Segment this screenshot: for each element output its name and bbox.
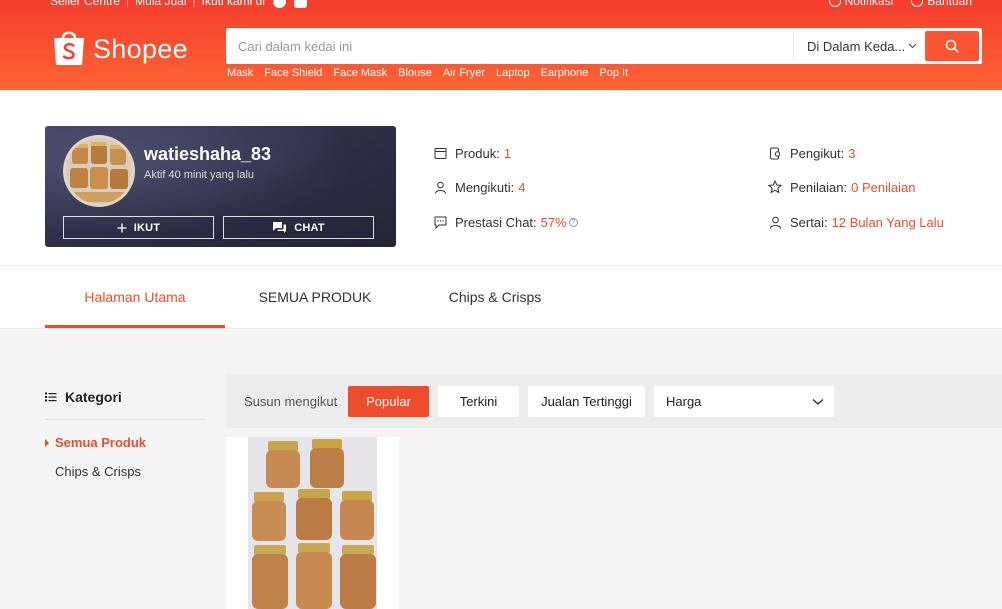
seller-centre-link[interactable]: Seller Centre xyxy=(50,0,120,8)
tab-all-products[interactable]: SEMUA PRODUK xyxy=(225,266,405,328)
sort-price-dropdown[interactable]: Harga xyxy=(654,386,834,417)
suggestion-link[interactable]: Pop It xyxy=(599,67,628,79)
suggestion-link[interactable]: Blouse xyxy=(398,67,432,79)
follow-button-label: IKUT xyxy=(133,221,161,234)
stat-label: Mengikuti: xyxy=(455,179,515,195)
category-item-all-products[interactable]: Semua Produk xyxy=(55,435,146,450)
chat-button[interactable]: CHAT xyxy=(223,216,374,239)
user-icon xyxy=(767,214,783,230)
stat-value: 12 Bulan Yang Lalu xyxy=(831,214,944,230)
shop-avatar[interactable] xyxy=(63,135,135,207)
search-icon xyxy=(945,39,959,53)
follow-us-label: Ikuti kami di xyxy=(201,0,265,8)
stat-followers: Pengikut: 3 xyxy=(767,145,855,161)
help-tooltip-icon[interactable]: ? xyxy=(568,217,578,227)
caret-right-icon xyxy=(45,439,49,447)
search-suggestions: Mask Face Shield Face Mask Blouse Air Fr… xyxy=(227,67,628,79)
chat-button-label: CHAT xyxy=(294,221,325,234)
divider: | xyxy=(192,0,196,8)
help-circle-icon xyxy=(911,0,924,7)
shop-active-status: Aktif 40 minit yang lalu xyxy=(144,169,255,181)
help-link[interactable]: Bantuan xyxy=(911,0,972,8)
suggestion-link[interactable]: Face Shield xyxy=(264,67,322,79)
chat-bubble-icon xyxy=(432,214,448,230)
shop-name: watieshaha_83 xyxy=(144,144,272,164)
stat-value: 1 xyxy=(503,145,512,161)
notifications-link[interactable]: Notifikasi xyxy=(828,0,894,8)
chevron-down-icon xyxy=(812,398,824,405)
stat-value: 0 Penilaian xyxy=(851,179,916,195)
suggestion-link[interactable]: Laptop xyxy=(496,67,530,79)
sort-latest-button[interactable]: Terkini xyxy=(438,386,519,417)
facebook-icon[interactable] xyxy=(273,0,286,8)
help-label: Bantuan xyxy=(927,0,972,8)
stat-value: 4 xyxy=(518,179,526,195)
shop-search-bar: Di Dalam Keda... xyxy=(226,28,982,64)
suggestion-link[interactable]: Air Fryer xyxy=(443,67,485,79)
stat-value: 57% xyxy=(540,214,567,230)
sort-top-sales-button[interactable]: Jualan Tertinggi xyxy=(528,386,645,417)
search-scope-dropdown[interactable]: Di Dalam Keda... xyxy=(793,33,925,59)
shop-tabs: Halaman Utama SEMUA PRODUK Chips & Crisp… xyxy=(0,266,1002,329)
stat-joined: Sertai: 12 Bulan Yang Lalu xyxy=(767,214,944,230)
sort-label: Susun mengikut xyxy=(244,394,338,409)
sort-popular-button[interactable]: Popular xyxy=(348,386,429,417)
divider: | xyxy=(126,0,130,8)
search-scope-label: Di Dalam Keda... xyxy=(807,38,906,54)
bell-icon xyxy=(828,0,841,7)
shopee-wordmark: Shopee xyxy=(93,33,188,64)
tab-chips-crisps[interactable]: Chips & Crisps xyxy=(405,266,585,328)
shopee-logo[interactable]: Shopee xyxy=(51,27,188,67)
stat-label: Prestasi Chat: xyxy=(455,214,537,230)
top-navbar: Seller Centre | Mula Jual | Ikuti kami d… xyxy=(50,0,972,8)
stat-label: Pengikut: xyxy=(790,145,845,161)
shopee-bag-icon xyxy=(51,27,87,67)
divider xyxy=(45,419,205,420)
shop-info-section: watieshaha_83 Aktif 40 minit yang lalu I… xyxy=(0,90,1002,266)
shopee-header: Seller Centre | Mula Jual | Ikuti kami d… xyxy=(0,0,1002,90)
chat-icon xyxy=(273,222,287,233)
search-button[interactable] xyxy=(925,31,979,61)
instagram-icon[interactable] xyxy=(294,0,307,8)
suggestion-link[interactable]: Earphone xyxy=(541,67,589,79)
sort-bar: Susun mengikut Popular Terkini Jualan Te… xyxy=(226,374,1002,428)
stat-label: Produk: xyxy=(455,145,500,161)
search-input[interactable] xyxy=(229,31,793,61)
plus-icon xyxy=(117,223,127,232)
shop-profile-card: watieshaha_83 Aktif 40 minit yang lalu I… xyxy=(45,126,396,247)
sort-price-label: Harga xyxy=(666,394,702,409)
category-item-chips-crisps[interactable]: Chips & Crisps xyxy=(55,464,141,479)
stat-label: Penilaian: xyxy=(790,179,848,195)
list-icon xyxy=(45,392,57,402)
category-heading: Kategori xyxy=(45,389,122,405)
notifications-label: Notifikasi xyxy=(844,0,894,8)
tab-home[interactable]: Halaman Utama xyxy=(45,266,225,328)
follow-button[interactable]: IKUT xyxy=(63,216,214,239)
followers-icon xyxy=(767,145,783,161)
chevron-down-icon xyxy=(908,43,917,49)
category-title: Kategori xyxy=(65,389,122,405)
stat-following: Mengikuti: 4 xyxy=(432,179,525,195)
star-icon xyxy=(767,179,783,195)
stat-label: Sertai: xyxy=(790,214,828,230)
start-selling-link[interactable]: Mula Jual xyxy=(135,0,186,8)
suggestion-link[interactable]: Face Mask xyxy=(333,67,387,79)
stat-chat-performance: Prestasi Chat: 57% ? xyxy=(432,214,578,230)
stat-value: 3 xyxy=(848,145,856,161)
suggestion-link[interactable]: Mask xyxy=(227,67,253,79)
product-image xyxy=(248,437,377,609)
stat-products: Produk: 1 xyxy=(432,145,511,161)
store-icon xyxy=(432,145,448,161)
product-card[interactable] xyxy=(226,437,399,609)
stat-rating: Penilaian: 0 Penilaian xyxy=(767,179,915,195)
user-icon xyxy=(432,179,448,195)
